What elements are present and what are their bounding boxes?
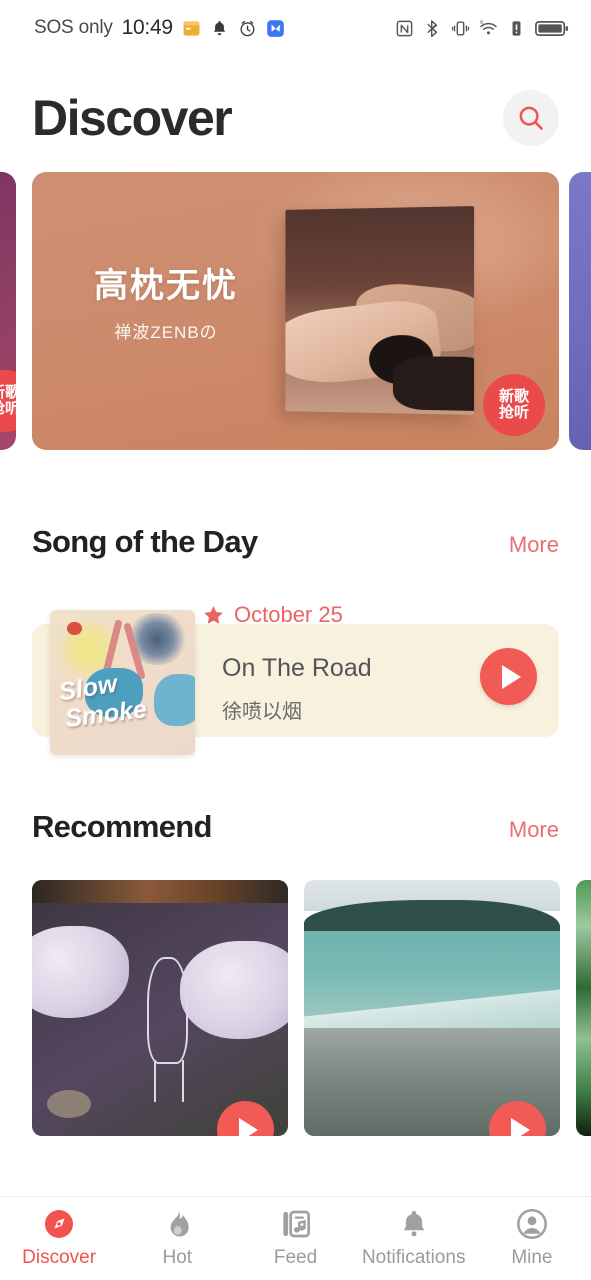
- compass-icon: [45, 1210, 74, 1238]
- banner-badge-previous: 新歌 抢听: [0, 370, 16, 432]
- battery-icon: [535, 20, 569, 36]
- more-link-recommend[interactable]: More: [509, 817, 559, 843]
- play-icon: [238, 1117, 258, 1136]
- song-of-the-day-date-row: October 25: [202, 602, 343, 628]
- cover-blob-red: [67, 621, 82, 635]
- bluetooth-icon: [427, 19, 438, 37]
- recommend-card[interactable]: [304, 880, 560, 1136]
- nav-item-discover[interactable]: Discover: [0, 1208, 118, 1269]
- carrier-label: SOS only: [34, 17, 113, 38]
- section-title-song-of-the-day: Song of the Day: [32, 524, 258, 559]
- recommend-card[interactable]: [32, 880, 288, 1136]
- calendar-icon: [183, 20, 200, 36]
- nav-label-discover: Discover: [22, 1247, 97, 1268]
- nav-item-notifications[interactable]: Notifications: [355, 1208, 473, 1269]
- banner-badge-line2: 抢听: [498, 404, 529, 421]
- clock-label: 10:49: [121, 16, 173, 39]
- more-link-song-of-the-day[interactable]: More: [509, 532, 559, 558]
- recommend-play-button[interactable]: [217, 1101, 274, 1136]
- song-of-the-day-title: On The Road: [222, 654, 372, 682]
- status-bar: SOS only 10:49 6: [0, 0, 591, 56]
- wifi-6-icon: 6: [480, 20, 497, 34]
- star-icon: [204, 605, 223, 624]
- nav-label-notifications: Notifications: [361, 1247, 466, 1268]
- banner-badge-line1: 新歌: [0, 384, 16, 402]
- banner-badge-line2: 抢听: [0, 400, 16, 417]
- section-title-recommend: Recommend: [32, 809, 212, 844]
- nav-item-feed[interactable]: Feed: [236, 1208, 354, 1269]
- banner-carousel[interactable]: 新歌 抢听 高枕无忧 禅波ZENBの 新歌 抢听: [0, 172, 591, 452]
- recommend-card-flower-left: [32, 926, 130, 1019]
- status-bar-left: SOS only 10:49: [34, 16, 285, 40]
- recommend-card[interactable]: [576, 880, 591, 1136]
- vibrate-icon: [451, 20, 470, 36]
- banner-artist: 禅波ZENBの: [114, 323, 218, 342]
- nav-label-mine: Mine: [511, 1247, 553, 1268]
- play-icon: [510, 1117, 530, 1136]
- recommend-card-horizon: [32, 880, 288, 904]
- music-feed-icon: [282, 1210, 310, 1238]
- banner-card-previous[interactable]: 新歌 抢听: [0, 172, 16, 450]
- banner-card-active[interactable]: 高枕无忧 禅波ZENBの 新歌 抢听: [32, 172, 559, 450]
- status-bar-right: 6: [395, 19, 569, 38]
- page-header: Discover: [0, 56, 591, 164]
- recommend-card-seal: [47, 1089, 91, 1119]
- battery-alert-icon: [512, 20, 521, 36]
- song-of-the-day-play-button[interactable]: [480, 648, 537, 705]
- flame-icon: [170, 1210, 190, 1237]
- search-icon: [519, 106, 543, 130]
- song-of-the-day-info: On The Road 徐喷以烟: [222, 654, 372, 724]
- svg-text:6: 6: [480, 20, 483, 26]
- nav-label-hot: Hot: [162, 1247, 193, 1268]
- bottom-navigation: Discover Hot Feed Notifications Mine: [0, 1196, 591, 1280]
- nav-item-mine[interactable]: Mine: [473, 1208, 591, 1269]
- album-art-body: [393, 355, 475, 411]
- recommend-card-hills: [304, 900, 560, 934]
- recommend-card-flower-right: [180, 941, 288, 1039]
- banner-new-song-badge[interactable]: 新歌 抢听: [483, 374, 545, 436]
- recommend-card-figure: [147, 956, 189, 1101]
- person-icon: [516, 1208, 547, 1240]
- cover-blob-blue: [154, 673, 195, 726]
- banner-badge-line1: 新歌: [498, 387, 529, 405]
- play-icon: [501, 664, 521, 689]
- nav-label-feed: Feed: [273, 1247, 318, 1268]
- banner-title: 高枕无忧: [94, 267, 238, 305]
- page-title: Discover: [32, 90, 233, 146]
- nav-item-hot[interactable]: Hot: [118, 1208, 236, 1269]
- recommend-header: Recommend More: [0, 809, 591, 845]
- nfc-icon: [396, 20, 413, 36]
- song-of-the-day-cover[interactable]: Slow Smoke: [50, 610, 195, 755]
- banner-card-next[interactable]: [569, 172, 591, 450]
- app-icon: [266, 19, 284, 37]
- bell-icon: [213, 20, 225, 35]
- banner-album-art: [285, 206, 475, 415]
- song-of-the-day-date: October 25: [234, 602, 343, 627]
- song-of-the-day-artist: 徐喷以烟: [222, 701, 302, 723]
- banner-text-block: 高枕无忧 禅波ZENBの: [94, 258, 238, 343]
- song-of-the-day-section: October 25 Slow Smoke On The Road 徐喷以烟: [32, 602, 559, 755]
- alarm-clock-icon: [240, 20, 255, 36]
- song-of-the-day-header: Song of the Day More: [0, 524, 591, 560]
- recommend-carousel[interactable]: [0, 880, 591, 1142]
- bell-icon: [403, 1210, 424, 1237]
- search-button[interactable]: [503, 90, 559, 146]
